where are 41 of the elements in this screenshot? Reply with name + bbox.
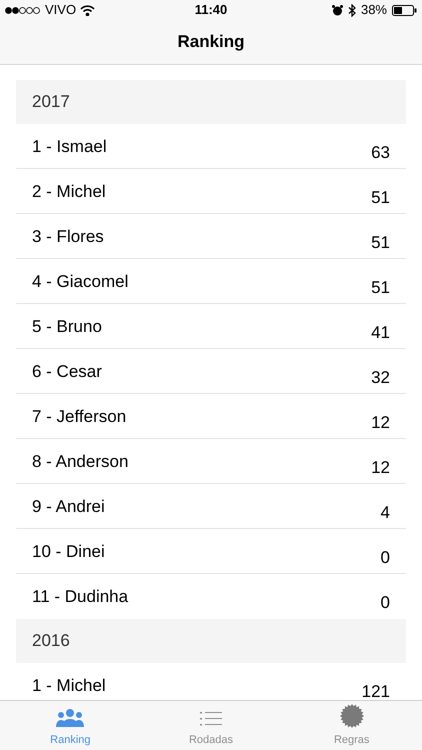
gear-icon bbox=[340, 704, 364, 728]
player-name: 1 - Ismael bbox=[32, 136, 107, 158]
player-name: 6 - Cesar bbox=[32, 361, 102, 383]
player-name: 8 - Anderson bbox=[32, 451, 128, 473]
player-name: 3 - Flores bbox=[32, 226, 104, 248]
section-header: 2017 bbox=[16, 80, 406, 124]
player-points: 51 bbox=[371, 232, 390, 254]
signal-icon bbox=[5, 6, 41, 14]
player-points: 41 bbox=[371, 322, 390, 344]
player-points: 0 bbox=[380, 547, 390, 569]
player-name: 11 - Dudinha bbox=[32, 586, 128, 608]
list-icon bbox=[200, 710, 222, 728]
player-points: 0 bbox=[380, 592, 390, 614]
people-icon bbox=[56, 708, 84, 728]
player-name: 7 - Jefferson bbox=[32, 406, 126, 428]
player-points: 121 bbox=[362, 681, 390, 700]
alarm-clock-icon bbox=[332, 4, 343, 16]
player-points: 4 bbox=[380, 502, 390, 524]
player-points: 51 bbox=[371, 187, 390, 209]
tab-bar-item[interactable]: Regras bbox=[281, 701, 422, 750]
battery-percent: 38% bbox=[360, 1, 387, 20]
player-points: 51 bbox=[371, 277, 390, 299]
section-header: 2016 bbox=[16, 619, 406, 663]
tab-bar-item[interactable]: Rodadas bbox=[140, 701, 282, 750]
player-points: 12 bbox=[371, 412, 390, 434]
player-points: 12 bbox=[371, 457, 390, 479]
player-name: 10 - Dinei bbox=[32, 541, 105, 563]
tab-bar-item[interactable]: Ranking bbox=[0, 701, 141, 750]
status-time: 11:40 bbox=[194, 1, 228, 20]
player-name: 5 - Bruno bbox=[32, 316, 102, 338]
player-points: 63 bbox=[371, 142, 390, 164]
carrier-name: VIVO bbox=[45, 1, 76, 20]
player-name: 1 - Michel bbox=[32, 675, 106, 697]
bluetooth-icon bbox=[348, 4, 356, 16]
battery-icon bbox=[392, 4, 417, 16]
player-name: 2 - Michel bbox=[32, 181, 106, 203]
player-name: 4 - Giacomel bbox=[32, 271, 128, 293]
player-name: 9 - Andrei bbox=[32, 496, 105, 518]
screen-title: Ranking bbox=[177, 31, 245, 54]
player-points: 32 bbox=[371, 367, 390, 389]
wifi-icon bbox=[80, 4, 96, 16]
